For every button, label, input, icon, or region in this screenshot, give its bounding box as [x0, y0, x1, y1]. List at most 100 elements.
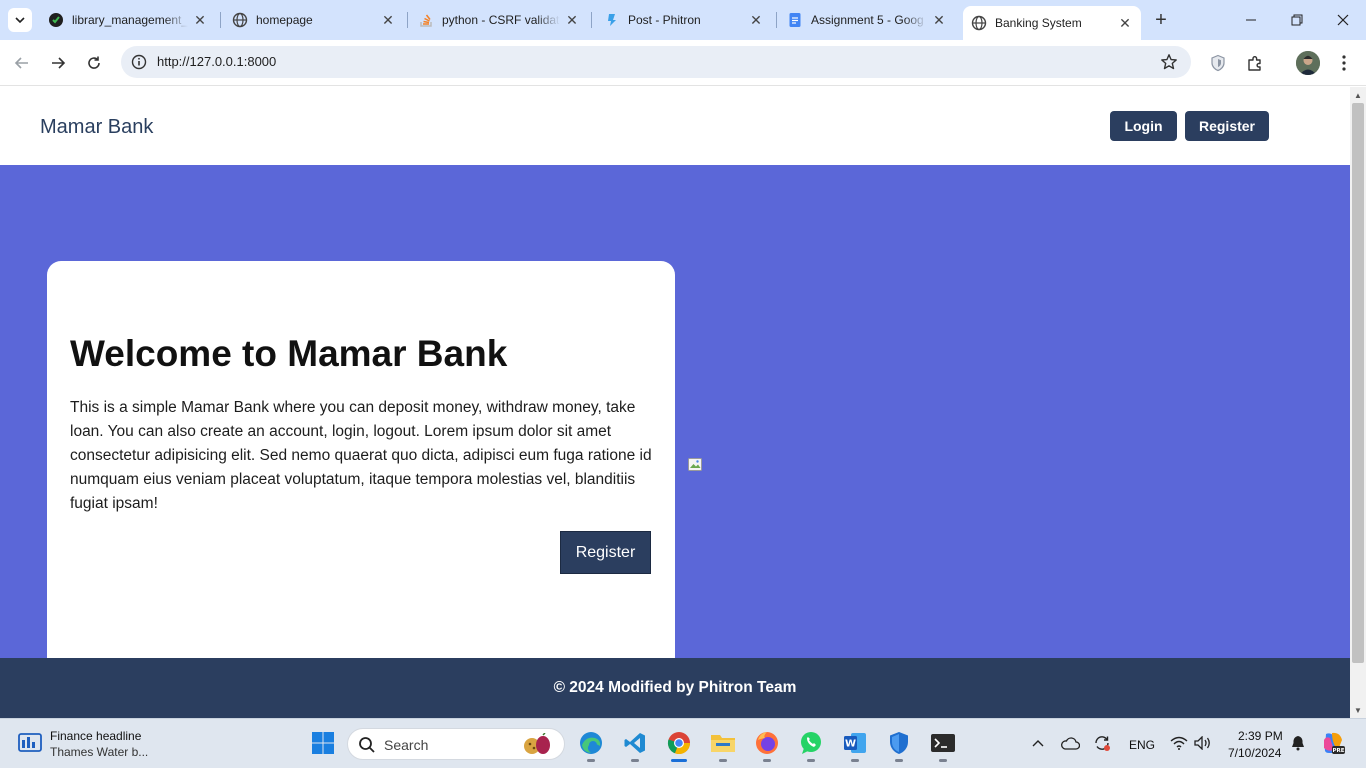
whatsapp-icon[interactable] [796, 728, 826, 762]
running-indicator [851, 759, 859, 762]
globe-icon [232, 12, 248, 28]
close-icon[interactable]: ✕ [380, 12, 396, 28]
tab-search-button[interactable] [8, 8, 32, 32]
reload-icon[interactable] [80, 49, 108, 77]
tab-homepage[interactable]: homepage ✕ [224, 0, 404, 40]
tab-title: Post - Phitron [628, 13, 701, 27]
tab-assignment-doc[interactable]: Assignment 5 - Goog ✕ [779, 0, 955, 40]
hero-card: Welcome to Mamar Bank This is a simple M… [47, 261, 675, 681]
chevron-down-icon [15, 17, 25, 24]
site-footer: © 2024 Modified by Phitron Team [0, 658, 1350, 718]
bookmark-star-icon[interactable] [1159, 52, 1179, 72]
running-indicator [719, 759, 727, 762]
search-icon [359, 737, 375, 753]
running-indicator [631, 759, 639, 762]
search-highlight-icon [524, 733, 550, 754]
google-docs-icon [787, 12, 803, 28]
close-icon[interactable]: ✕ [748, 12, 764, 28]
close-window-icon[interactable] [1320, 0, 1366, 40]
tab-title: Assignment 5 - Goog [811, 13, 924, 27]
search-placeholder: Search [384, 737, 429, 753]
hero-title: Welcome to Mamar Bank [70, 333, 508, 374]
vscode-icon[interactable] [620, 728, 650, 762]
running-indicator [587, 759, 595, 762]
close-icon[interactable]: ✕ [192, 12, 208, 28]
new-tab-plus-icon[interactable]: + [1150, 9, 1172, 31]
tab-csrf-question[interactable]: python - CSRF validat ✕ [410, 0, 588, 40]
language-indicator[interactable]: ENG [1129, 738, 1155, 752]
browser-toolbar: http://127.0.0.1:8000 [0, 40, 1366, 86]
site-brand[interactable]: Mamar Bank [40, 116, 153, 139]
tab-title: python - CSRF validat [442, 13, 560, 27]
windows-start-icon[interactable] [308, 728, 338, 758]
terminal-icon[interactable] [928, 728, 958, 762]
clock-date[interactable]: 7/10/2024 [1228, 746, 1281, 760]
login-button[interactable]: Login [1110, 111, 1177, 141]
volume-icon[interactable] [1190, 728, 1216, 758]
running-indicator [895, 759, 903, 762]
register-nav-button[interactable]: Register [1185, 111, 1269, 141]
page-scrollbar[interactable]: ▲ ▼ [1350, 87, 1366, 718]
taskbar-search[interactable]: Search [347, 728, 565, 760]
url-text: http://127.0.0.1:8000 [157, 54, 277, 69]
running-indicator [807, 759, 815, 762]
tab-title: library_management_ [72, 13, 188, 27]
sync-icon[interactable] [1088, 728, 1116, 758]
shield-extension-icon[interactable] [1206, 51, 1230, 75]
close-icon[interactable]: ✕ [564, 12, 580, 28]
clock-time[interactable]: 2:39 PM [1238, 729, 1283, 743]
tab-title: homepage [256, 13, 313, 27]
hero-description: This is a simple Mamar Bank where you ca… [70, 399, 652, 512]
svg-text:PRE: PRE [1332, 748, 1344, 754]
wifi-icon[interactable] [1166, 728, 1192, 758]
address-bar[interactable]: http://127.0.0.1:8000 [121, 46, 1191, 78]
running-indicator [939, 759, 947, 762]
back-arrow-icon[interactable] [8, 49, 36, 77]
firefox-icon[interactable] [752, 728, 782, 762]
show-hidden-icons-chevron-up-icon[interactable] [1024, 728, 1052, 758]
hero-register-button[interactable]: Register [560, 531, 651, 574]
tab-banking-system[interactable]: Banking System ✕ [963, 6, 1141, 40]
browser-tab-strip: library_management_ ✕ homepage ✕ python … [0, 0, 1366, 40]
site-info-icon[interactable] [129, 52, 149, 72]
tab-separator [591, 12, 592, 28]
phitron-icon [604, 12, 620, 28]
copilot-pre-icon[interactable]: PRE [1318, 728, 1348, 758]
tab-title: Banking System [995, 16, 1082, 30]
running-indicator [763, 759, 771, 762]
scroll-thumb[interactable] [1352, 103, 1364, 663]
news-headline[interactable]: Finance headline [50, 729, 141, 743]
windows-taskbar: Finance headline Thames Water b... Searc… [0, 718, 1366, 768]
file-explorer-icon[interactable] [708, 728, 738, 762]
site-navbar: Mamar Bank Login Register [0, 87, 1350, 165]
svg-text:W: W [845, 739, 856, 750]
scroll-down-arrow-icon[interactable]: ▼ [1350, 702, 1366, 718]
chrome-icon[interactable] [664, 728, 694, 762]
stackoverflow-icon [418, 12, 434, 28]
onedrive-cloud-icon[interactable] [1056, 728, 1084, 758]
scroll-up-arrow-icon[interactable]: ▲ [1350, 87, 1366, 103]
close-icon[interactable]: ✕ [931, 12, 947, 28]
news-widget-icon[interactable] [18, 732, 42, 754]
tab-separator [407, 12, 408, 28]
kebab-menu-icon[interactable] [1332, 51, 1356, 75]
restore-icon[interactable] [1274, 0, 1320, 40]
minimize-icon[interactable] [1228, 0, 1274, 40]
active-indicator [671, 759, 687, 762]
notification-bell-icon[interactable] [1287, 728, 1309, 758]
footer-text: © 2024 Modified by Phitron Team [553, 679, 797, 696]
tab-separator [776, 12, 777, 28]
news-subtitle[interactable]: Thames Water b... [50, 745, 148, 759]
windows-security-icon[interactable] [884, 728, 914, 762]
extensions-puzzle-icon[interactable] [1243, 51, 1267, 75]
profile-avatar[interactable] [1296, 51, 1320, 75]
tab-phitron-post[interactable]: Post - Phitron ✕ [596, 0, 772, 40]
tab-separator [220, 12, 221, 28]
globe-icon [971, 15, 987, 31]
tab-library-management[interactable]: library_management_ ✕ [40, 0, 216, 40]
forward-arrow-icon[interactable] [44, 49, 72, 77]
edge-browser-icon[interactable] [576, 728, 606, 762]
github-icon [48, 12, 64, 28]
close-icon[interactable]: ✕ [1117, 15, 1133, 31]
word-icon[interactable]: W [840, 728, 870, 762]
